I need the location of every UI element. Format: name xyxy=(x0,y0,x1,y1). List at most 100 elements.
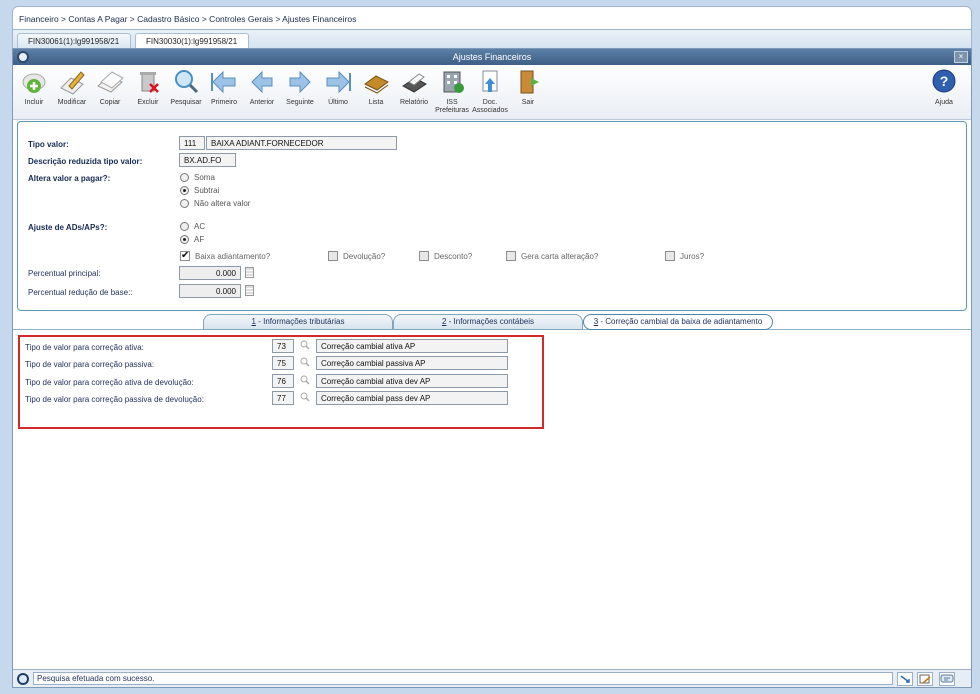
tab-correcao-cambial[interactable]: 3 - Correção cambial da baixa de adianta… xyxy=(583,314,773,330)
ajustes-window: Ajustes Financeiros × Incluir Modificar … xyxy=(12,48,972,688)
notes-button[interactable] xyxy=(917,672,933,686)
tab-informacoes-tributarias[interactable]: 1 - Informações tributárias xyxy=(203,314,393,330)
percentual-reducao-field[interactable]: 0.000 xyxy=(179,284,241,298)
seguinte-button[interactable]: Seguinte xyxy=(281,68,319,107)
check-desconto-label: Desconto? xyxy=(434,252,473,261)
check-desconto[interactable] xyxy=(419,251,429,261)
modificar-button[interactable]: Modificar xyxy=(53,68,91,107)
status-bar: Pesquisa efetuada com sucesso. xyxy=(13,669,971,687)
svg-text:?: ? xyxy=(940,73,949,89)
check-baixa-adiantamento-label: Baixa adiantamento? xyxy=(195,252,271,261)
altera-valor-label: Altera valor a pagar?: xyxy=(28,174,111,183)
toolbar: Incluir Modificar Copiar Excluir Pesquis… xyxy=(13,65,971,120)
percentual-principal-field[interactable]: 0.000 xyxy=(179,266,241,280)
radio-af[interactable] xyxy=(180,235,189,244)
check-baixa-adiantamento[interactable] xyxy=(180,250,190,261)
iss-icon xyxy=(443,71,464,93)
correcao-passiva-devolucao-code[interactable]: 77 xyxy=(272,391,294,405)
incluir-button[interactable]: Incluir xyxy=(15,68,53,107)
correcao-ativa-devolucao-label: Tipo de valor para correção ativa de dev… xyxy=(25,378,194,387)
radio-ac[interactable] xyxy=(180,222,189,231)
pesquisar-button[interactable]: Pesquisar xyxy=(167,68,205,107)
radio-nao-altera[interactable] xyxy=(180,199,189,208)
primeiro-button[interactable]: Primeiro xyxy=(205,68,243,107)
percentual-reducao-label: Percentual redução de base:: xyxy=(28,288,133,297)
edit-icon xyxy=(60,71,85,95)
check-gera-carta-label: Gera carta alteração? xyxy=(521,252,599,261)
search-icon[interactable] xyxy=(300,375,310,385)
delete-icon xyxy=(140,72,159,93)
percentual-principal-label: Percentual principal: xyxy=(28,269,101,278)
sair-button[interactable]: Sair xyxy=(509,68,547,107)
copiar-button[interactable]: Copiar xyxy=(91,68,129,107)
radio-ac-label: AC xyxy=(194,222,206,231)
report-icon xyxy=(402,73,427,93)
check-juros[interactable] xyxy=(665,251,675,261)
message-button[interactable] xyxy=(939,672,955,686)
search-icon[interactable] xyxy=(300,392,310,402)
check-devolucao[interactable] xyxy=(328,251,338,261)
close-button[interactable]: × xyxy=(954,51,968,63)
window-title: Ajustes Financeiros xyxy=(452,52,532,62)
previous-icon xyxy=(251,70,273,94)
anterior-button[interactable]: Anterior xyxy=(243,68,281,107)
next-icon xyxy=(289,70,311,94)
radio-soma-label: Soma xyxy=(194,173,215,182)
doc-tab-fin30061[interactable]: FIN30061(1):lg991958/21 xyxy=(17,33,131,48)
excluir-button[interactable]: Excluir xyxy=(129,68,167,107)
status-message: Pesquisa efetuada com sucesso. xyxy=(33,672,893,685)
doc-associados-button[interactable]: Doc. Associados xyxy=(471,68,509,115)
correcao-ativa-code[interactable]: 73 xyxy=(272,339,294,353)
search-icon[interactable] xyxy=(300,357,310,367)
radio-af-label: AF xyxy=(194,235,205,244)
radio-subtrai-label: Subtrai xyxy=(194,186,220,195)
correcao-passiva-devolucao-label: Tipo de valor para correção passiva de d… xyxy=(25,395,204,404)
documents-icon xyxy=(482,70,498,92)
app-icon xyxy=(17,51,29,63)
radio-soma[interactable] xyxy=(180,173,189,182)
breadcrumb[interactable]: Financeiro > Contas A Pagar > Cadastro B… xyxy=(12,6,972,30)
calculator-icon[interactable] xyxy=(245,267,254,278)
tipo-valor-desc[interactable]: BAIXA ADIANT.FORNECEDOR xyxy=(206,136,397,150)
iss-prefeituras-button[interactable]: ISS Prefeituras xyxy=(433,68,471,115)
lista-button[interactable]: Lista xyxy=(357,68,395,107)
check-juros-label: Juros? xyxy=(680,252,705,261)
tab-informacoes-contabeis[interactable]: 2 - Informações contábeis xyxy=(393,314,583,330)
tipo-valor-code[interactable]: 111 xyxy=(179,136,205,150)
main-form: Tipo valor: 111 BAIXA ADIANT.FORNECEDOR … xyxy=(17,121,967,311)
correcao-ativa-desc[interactable]: Correção cambial ativa AP xyxy=(316,339,508,353)
correcao-passiva-desc[interactable]: Correção cambial passiva AP xyxy=(316,356,508,370)
radio-subtrai[interactable] xyxy=(180,186,189,195)
last-icon xyxy=(326,70,351,94)
first-icon xyxy=(211,70,236,94)
correcao-ativa-devolucao-code[interactable]: 76 xyxy=(272,374,294,388)
doc-tab-fin30030[interactable]: FIN30030(1):lg991958/21 xyxy=(135,33,249,48)
add-icon xyxy=(22,73,46,93)
check-gera-carta[interactable] xyxy=(506,251,516,261)
document-tab-bar: FIN30061(1):lg991958/21 FIN30030(1):lg99… xyxy=(12,30,972,48)
correcao-ativa-devolucao-desc[interactable]: Correção cambial ativa dev AP xyxy=(316,374,508,388)
help-icon: ? xyxy=(932,69,956,93)
calculator-icon[interactable] xyxy=(245,285,254,296)
descricao-label: Descrição reduzida tipo valor: xyxy=(28,157,143,166)
tipo-valor-label: Tipo valor: xyxy=(28,140,69,149)
message-icon xyxy=(940,674,954,683)
list-icon xyxy=(364,75,389,94)
copy-icon xyxy=(97,71,124,93)
check-devolucao-label: Devolução? xyxy=(343,252,386,261)
descricao-field[interactable]: BX.AD.FO xyxy=(179,153,236,167)
exit-icon xyxy=(520,70,539,94)
relatorio-button[interactable]: Relatório xyxy=(395,68,433,107)
correcao-cambial-panel: Tipo de valor para correção ativa: 73 Co… xyxy=(18,335,544,429)
resize-button[interactable] xyxy=(897,672,913,686)
window-titlebar: Ajustes Financeiros × xyxy=(13,49,971,65)
correcao-passiva-devolucao-desc[interactable]: Correção cambial pass dev AP xyxy=(316,391,508,405)
ultimo-button[interactable]: Último xyxy=(319,68,357,107)
correcao-passiva-code[interactable]: 75 xyxy=(272,356,294,370)
search-icon[interactable] xyxy=(300,340,310,350)
correcao-passiva-label: Tipo de valor para correção passiva: xyxy=(25,360,155,369)
ajuste-label: Ajuste de ADs/APs?: xyxy=(28,223,108,232)
notes-icon xyxy=(919,674,931,684)
ajuda-button[interactable]: ? Ajuda xyxy=(925,68,963,107)
resize-icon xyxy=(900,675,910,683)
